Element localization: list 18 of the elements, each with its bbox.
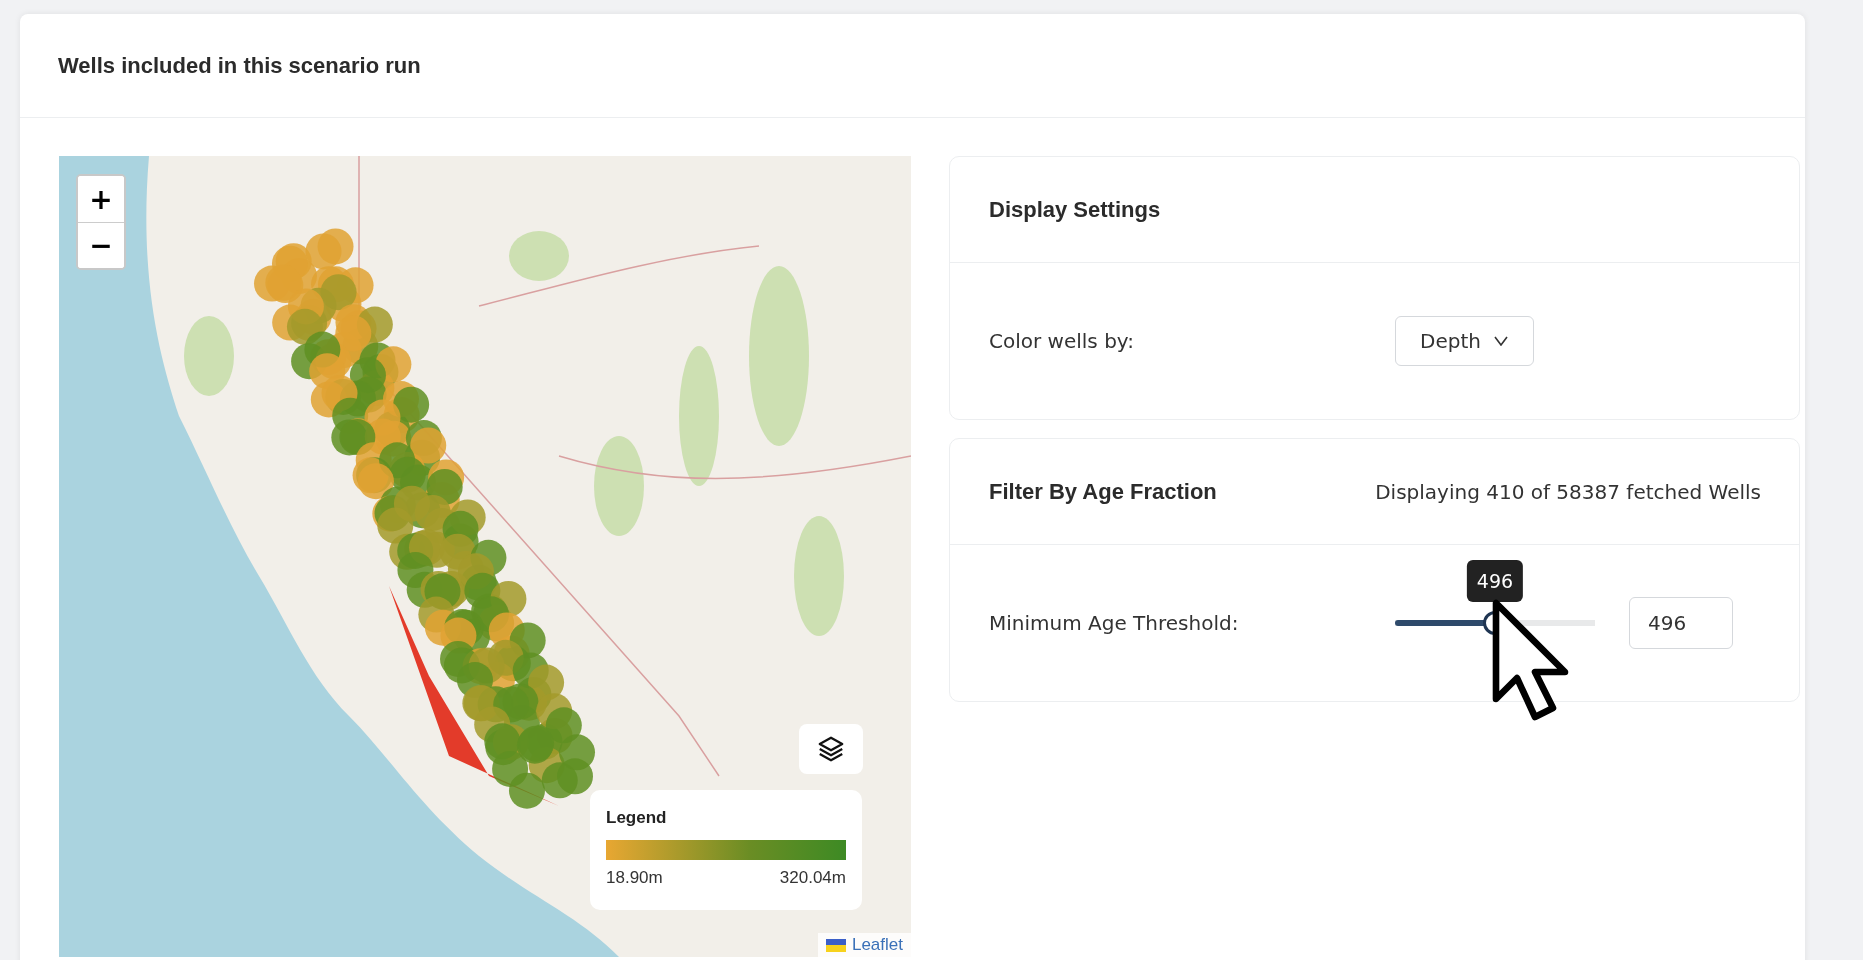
layers-icon: [816, 734, 846, 764]
field-label: Minimum Age Threshold:: [989, 611, 1240, 635]
threshold-input[interactable]: 496: [1629, 597, 1733, 649]
color-by-dropdown[interactable]: Depth: [1395, 316, 1534, 366]
panel-title: Display Settings: [989, 196, 1161, 223]
value-tooltip: 496: [1466, 560, 1524, 602]
legend-title: Legend: [606, 808, 668, 828]
legend-max-label: 320.04m: [779, 868, 846, 888]
card-title: Wells included in this scenario run: [58, 52, 421, 79]
chevron-down-icon: [1492, 336, 1509, 346]
wells-count-text: Displaying 410 of 58387 fetched Wells: [1375, 479, 1761, 504]
legend-min-label: 18.90m: [606, 868, 663, 888]
zoom-out-button[interactable]: −: [78, 222, 124, 268]
layers-button[interactable]: [799, 724, 863, 774]
attribution-link[interactable]: Leaflet: [851, 935, 903, 955]
flag-icon: [825, 938, 846, 952]
panel-title: Filter By Age Fraction: [989, 478, 1217, 505]
field-label: Color wells by:: [989, 329, 1135, 353]
